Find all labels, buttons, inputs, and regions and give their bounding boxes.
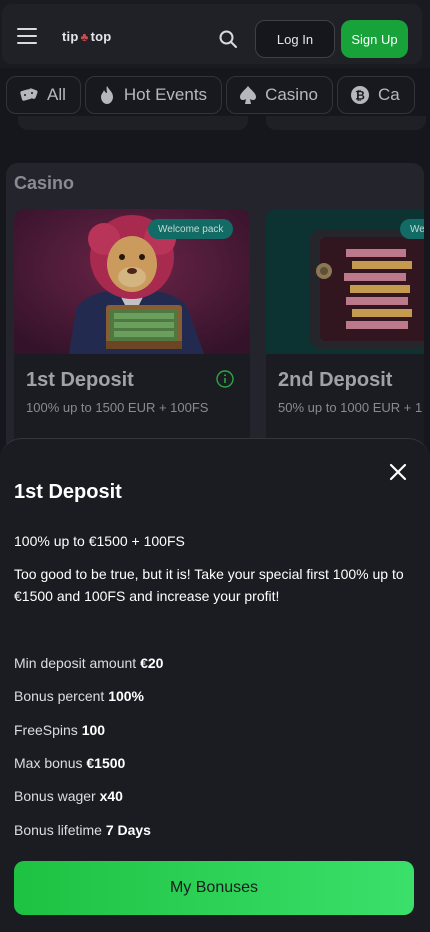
detail-label: FreeSpins (14, 722, 78, 738)
tab-hot-events[interactable]: Hot Events (84, 76, 223, 114)
welcome-pack-badge: We (400, 219, 424, 239)
welcome-pack-badge: Welcome pack (148, 219, 234, 239)
detail-value: €1500 (86, 755, 126, 771)
detail-bonus-lifetime: Bonus lifetime 7 Days (14, 822, 151, 838)
tab-all-label: All (47, 85, 66, 104)
bonus-card-title: 2nd Deposit (278, 369, 393, 391)
info-icon[interactable] (216, 370, 234, 388)
my-bonuses-button[interactable]: My Bonuses (14, 861, 414, 915)
tab-all[interactable]: All (6, 76, 81, 114)
logo-mascot-icon: ♣ (80, 30, 89, 44)
flame-icon (100, 86, 113, 104)
hamburger-menu-icon[interactable] (17, 28, 37, 44)
previous-card-edge (18, 116, 248, 130)
search-icon[interactable] (218, 29, 238, 49)
bonus-card[interactable]: We 2nd Deposit 50% up to 1000 EUR + 1 (266, 209, 424, 449)
tab-casino[interactable]: Casino (226, 76, 333, 114)
detail-freespins: FreeSpins 100 (14, 722, 105, 738)
signup-button[interactable]: Sign Up (341, 20, 408, 58)
dice-icon (20, 88, 38, 101)
tab-hot-events-label: Hot Events (123, 85, 208, 104)
bitcoin-icon: ₿ (350, 86, 369, 104)
casino-section: Casino Welcome pack 1st Deposit 100% up … (6, 163, 424, 463)
detail-value: 7 Days (105, 822, 151, 838)
spade-icon (240, 86, 257, 104)
detail-max-bonus: Max bonus €1500 (14, 755, 125, 771)
bonus-card-title: 1st Deposit (26, 369, 134, 391)
section-title: Casino (14, 173, 75, 193)
detail-bonus-percent: Bonus percent 100% (14, 688, 144, 704)
previous-card-edge (266, 116, 426, 130)
bonus-card-image: Welcome pack (14, 209, 250, 354)
detail-label: Min deposit amount (14, 655, 137, 671)
bonus-card-subtitle: 50% up to 1000 EUR + 1 (278, 400, 423, 415)
detail-label: Bonus lifetime (14, 822, 102, 838)
tab-casino-label: Casino (265, 85, 318, 104)
detail-value: 100% (108, 688, 144, 704)
detail-value: €20 (140, 655, 164, 671)
detail-bonus-wager: Bonus wager x40 (14, 788, 123, 804)
header-panel: tip ♣ top Log In Sign Up (2, 4, 422, 64)
detail-label: Max bonus (14, 755, 83, 771)
top-bar: tip ♣ top Log In Sign Up (0, 0, 430, 68)
bonus-card-image: We (266, 209, 424, 354)
login-button[interactable]: Log In (255, 20, 335, 58)
detail-label: Bonus wager (14, 788, 96, 804)
close-icon[interactable] (388, 462, 408, 482)
tab-crypto[interactable]: ₿ Ca (336, 76, 415, 114)
page: tip♣top Log In Sign Up All Hot Events (0, 0, 430, 932)
bonus-description: Too good to be true, but it is! Take you… (14, 566, 404, 604)
svg-text:₿: ₿ (355, 89, 365, 103)
sheet-title: 1st Deposit (14, 481, 122, 503)
logo[interactable]: tip ♣ top (62, 29, 111, 44)
detail-value: x40 (99, 788, 123, 804)
tab-crypto-label: Ca (377, 85, 400, 104)
logo-text-left: tip (62, 29, 79, 44)
logo-text-right: top (90, 29, 112, 44)
category-tabs: All Hot Events Casino ₿ Ca (6, 76, 415, 114)
detail-value: 100 (81, 722, 106, 738)
bonus-headline: 100% up to €1500 + 100FS (14, 533, 185, 549)
bonus-card[interactable]: Welcome pack 1st Deposit 100% up to 1500… (14, 209, 250, 449)
detail-min-deposit: Min deposit amount €20 (14, 655, 163, 671)
bonus-details-sheet: 1st Deposit 100% up to €1500 + 100FS Too… (0, 438, 430, 932)
bonus-card-subtitle: 100% up to 1500 EUR + 100FS (26, 400, 209, 415)
detail-label: Bonus percent (14, 688, 105, 704)
